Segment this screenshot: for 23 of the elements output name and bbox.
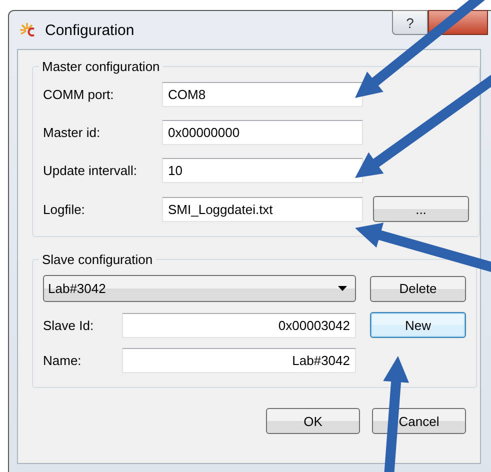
field-label: Name: xyxy=(43,353,82,368)
field-label: Logfile: xyxy=(43,202,86,216)
input-field[interactable]: 10 xyxy=(162,158,363,183)
caret-icon xyxy=(338,286,347,291)
input-field[interactable]: SMI_Loggdatei.txt xyxy=(162,196,363,222)
input-field[interactable]: 0x00003042 xyxy=(122,312,356,338)
sparkle-icon xyxy=(19,22,37,38)
group-title: Master configuration xyxy=(41,59,161,74)
input-field[interactable]: Lab#3042 xyxy=(122,348,356,373)
group-title: Slave configuration xyxy=(41,252,154,267)
field-label: Master id: xyxy=(43,125,102,140)
input-field[interactable]: 0x00000000 xyxy=(162,120,363,145)
field-label: COMM port: xyxy=(43,87,115,102)
slave-dropdown[interactable]: Lab#3042 xyxy=(43,275,356,302)
help-button[interactable]: ? xyxy=(392,10,428,35)
input-field[interactable]: COM8 xyxy=(162,82,363,107)
field-label: Update intervall: xyxy=(43,163,138,178)
new-button[interactable]: New xyxy=(370,312,466,338)
browse-button[interactable]: ... xyxy=(373,196,469,222)
field-label: Slave Id: xyxy=(43,318,95,332)
window-title: Configuration xyxy=(45,22,134,38)
ok-button[interactable]: OK xyxy=(266,408,360,434)
delete-button[interactable]: Delete xyxy=(370,276,466,302)
